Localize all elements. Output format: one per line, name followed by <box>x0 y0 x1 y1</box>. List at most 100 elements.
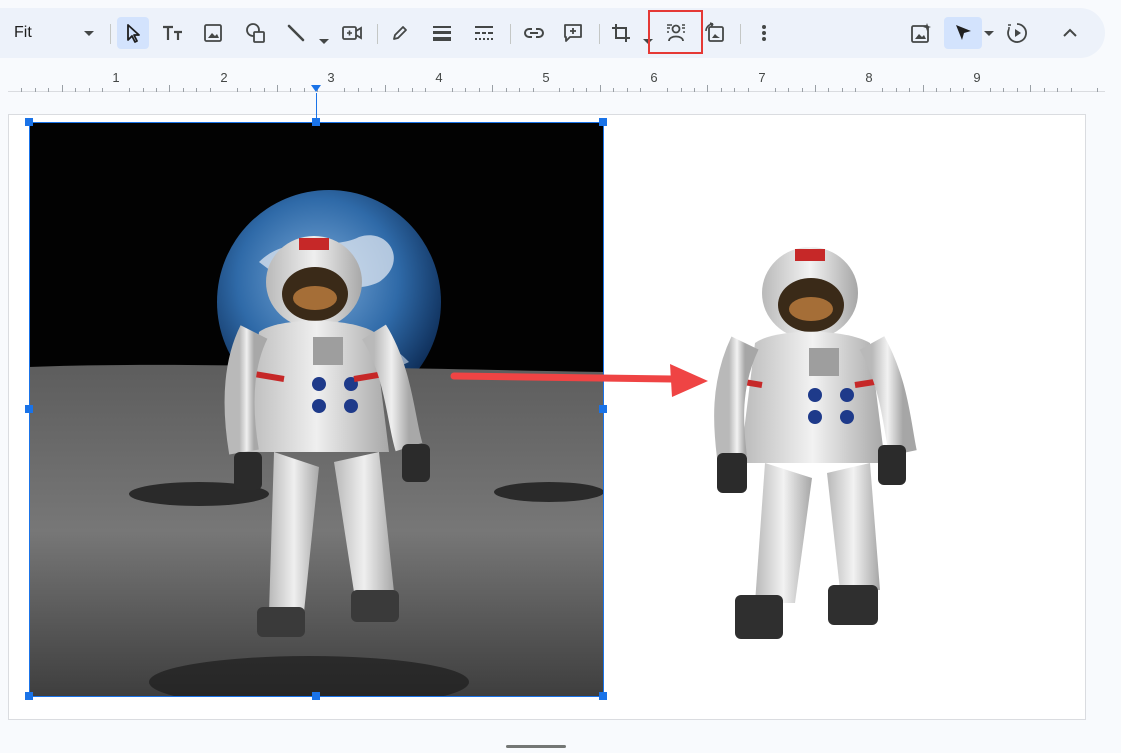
pointer-mode-button[interactable] <box>944 17 982 49</box>
text-box-button[interactable] <box>157 17 189 49</box>
ruler-tick <box>61 85 63 92</box>
resize-handle-bottom-left[interactable] <box>25 692 33 700</box>
resize-handle-right[interactable] <box>599 405 607 413</box>
ruler-label: 5 <box>542 70 550 85</box>
ruler-tick <box>895 88 897 92</box>
line-dropdown-chevron-icon[interactable] <box>319 39 329 44</box>
astronaut-moon-photo <box>29 122 604 697</box>
ruler-tick <box>357 88 359 92</box>
ruler-tick <box>613 88 615 92</box>
ruler-tick <box>142 88 144 92</box>
ruler-tick <box>1016 88 1018 92</box>
ruler-label: 7 <box>758 70 766 85</box>
ruler-indent-marker[interactable] <box>311 85 321 92</box>
ruler-tick <box>828 88 830 92</box>
ruler-tick <box>398 88 400 92</box>
play-circle-icon <box>1007 23 1027 43</box>
ruler-tick <box>303 88 305 92</box>
ruler-tick <box>129 88 131 92</box>
ruler-tick <box>693 88 695 92</box>
video-button[interactable] <box>336 17 368 49</box>
ruler-tick <box>250 88 252 92</box>
replace-image-button[interactable] <box>699 17 731 49</box>
speaker-notes-resize-handle[interactable] <box>506 745 566 748</box>
pointer-dropdown-chevron-icon[interactable] <box>984 31 994 36</box>
more-options-button[interactable] <box>748 17 780 49</box>
shape-button[interactable] <box>240 17 272 49</box>
ruler-tick <box>1070 88 1072 92</box>
ruler-tick <box>209 88 211 92</box>
resize-handle-top-right[interactable] <box>599 118 607 126</box>
toolbar-divider <box>599 24 600 44</box>
ruler-tick <box>1043 88 1045 92</box>
ruler-tick <box>640 88 642 92</box>
ruler-tick <box>720 88 722 92</box>
ruler-tick <box>734 88 736 92</box>
red-arrow <box>450 360 712 400</box>
ruler-tick <box>815 85 816 92</box>
arrow-right-icon <box>450 364 708 397</box>
crop-image-button[interactable] <box>605 17 637 49</box>
line-button[interactable] <box>280 17 312 49</box>
ruler-tick <box>572 88 574 92</box>
ruler-tick <box>169 85 171 92</box>
ruler-tick <box>882 88 884 92</box>
slideshow-button[interactable] <box>1001 17 1033 49</box>
zoom-select[interactable]: Fit <box>0 17 105 49</box>
more-vert-icon <box>762 25 766 41</box>
horizontal-ruler: 1 2 3 4 5 6 7 8 9 <box>0 70 1105 92</box>
original-astronaut-image[interactable] <box>29 122 604 697</box>
ruler-tick <box>236 88 238 92</box>
link-icon <box>524 28 544 38</box>
ruler-tick <box>411 88 413 92</box>
ruler-tick <box>626 88 628 92</box>
ruler-tick <box>774 88 776 92</box>
ruler-tick <box>492 85 494 92</box>
ruler-tick <box>586 88 588 92</box>
ruler-tick <box>747 88 749 92</box>
ruler-tick <box>451 88 453 92</box>
resize-handle-bottom-right[interactable] <box>599 692 607 700</box>
ruler-tick <box>277 85 278 92</box>
add-comment-button[interactable] <box>557 17 589 49</box>
text-box-icon <box>163 25 182 40</box>
ruler-tick <box>48 88 50 92</box>
insert-link-button[interactable] <box>518 17 550 49</box>
ruler-tick <box>667 88 669 92</box>
ruler-tick <box>599 85 601 92</box>
collapse-menus-button[interactable] <box>1054 17 1086 49</box>
replace-image-icon <box>705 22 724 42</box>
resize-handle-top-left[interactable] <box>25 118 33 126</box>
toolbar-divider <box>110 24 111 44</box>
ruler-tick <box>1097 88 1099 92</box>
crop-icon <box>612 24 630 42</box>
ruler-tick <box>680 88 682 92</box>
image-icon <box>204 24 222 42</box>
ruler-tick <box>384 85 386 92</box>
ruler-tick <box>949 88 951 92</box>
toolbar-divider <box>510 24 511 44</box>
chevron-up-icon <box>1063 28 1077 37</box>
ruler-tick <box>465 88 467 92</box>
resize-handle-left[interactable] <box>25 405 33 413</box>
border-dash-button[interactable] <box>468 17 500 49</box>
ruler-tick <box>1003 88 1005 92</box>
generate-image-button[interactable] <box>905 17 937 49</box>
ruler-tick <box>1030 85 1032 92</box>
resize-handle-bottom[interactable] <box>312 692 320 700</box>
ruler-tick <box>182 88 184 92</box>
cutout-astronaut-image[interactable] <box>700 235 920 655</box>
ruler-tick <box>788 88 790 92</box>
select-tool-button[interactable] <box>117 17 149 49</box>
border-color-button[interactable] <box>384 17 416 49</box>
insert-image-button[interactable] <box>197 17 229 49</box>
border-weight-button[interactable] <box>426 17 458 49</box>
ruler-tick <box>102 88 104 92</box>
remove-background-highlight-box <box>648 10 703 54</box>
ruler-tick <box>290 88 292 92</box>
ruler-tick <box>196 88 198 92</box>
ruler-tick <box>519 88 521 92</box>
ruler-tick <box>424 88 426 92</box>
toolbar-divider <box>377 24 378 44</box>
resize-handle-top[interactable] <box>312 118 320 126</box>
